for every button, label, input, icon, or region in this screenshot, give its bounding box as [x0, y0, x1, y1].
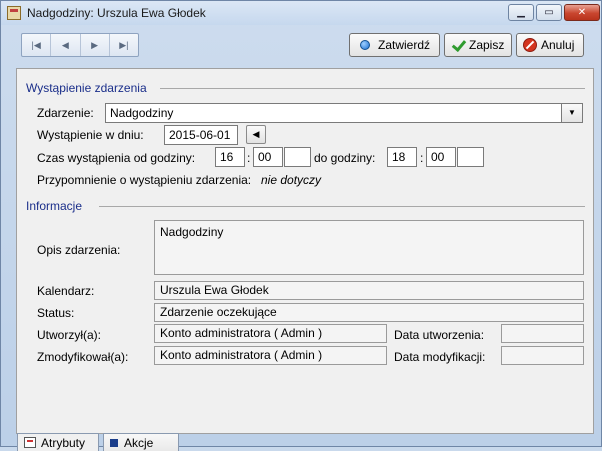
tab-actions-label: Akcje — [124, 435, 154, 450]
close-button[interactable]: ✕ — [564, 4, 600, 21]
occurrence-day-input[interactable]: 2015-06-01 — [164, 125, 238, 145]
created-by-field: Konto administratora ( Admin ) — [154, 324, 387, 343]
actions-icon — [110, 438, 118, 447]
calendar-label: Kalendarz: — [37, 284, 95, 298]
time-to-label: do godziny: — [314, 151, 376, 165]
dialog-window: Nadgodziny: Urszula Ewa Głodek ▁ ▭ ✕ |◀ … — [0, 0, 602, 451]
created-by-label: Utworzył(a): — [37, 328, 102, 342]
next-record-button[interactable]: ▶ — [81, 34, 110, 56]
to-seconds-input[interactable] — [457, 147, 484, 167]
window-title: Nadgodziny: Urszula Ewa Głodek — [27, 6, 206, 20]
event-label: Zdarzenie: — [37, 106, 94, 120]
info-section-divider — [99, 206, 585, 207]
status-field: Zdarzenie oczekujące — [154, 303, 584, 322]
first-record-button[interactable]: |◀ — [22, 34, 52, 56]
app-icon — [7, 6, 21, 20]
to-hour-input[interactable]: 18 — [387, 147, 417, 167]
cancel-icon — [523, 38, 537, 52]
calendar-field: Urszula Ewa Głodek — [154, 281, 584, 300]
created-date-label: Data utworzenia: — [394, 328, 485, 342]
confirm-dot-icon — [360, 40, 370, 50]
maximize-button[interactable]: ▭ — [536, 4, 562, 21]
to-time-separator: : — [420, 151, 424, 165]
tab-attributes[interactable]: Atrybuty — [17, 433, 99, 451]
occurrence-section-title: Wystąpienie zdarzenia — [26, 81, 147, 95]
tab-actions[interactable]: Akcje — [103, 433, 179, 451]
event-select[interactable]: Nadgodziny — [105, 103, 567, 123]
occurrence-section-divider — [160, 88, 585, 89]
record-navigation: |◀ ◀ ▶ ▶| — [21, 33, 139, 57]
cancel-button[interactable]: Anuluj — [516, 33, 584, 57]
reminder-label: Przypomnienie o wystąpieniu zdarzenia: — [37, 173, 252, 187]
chevron-down-icon[interactable]: ▼ — [561, 103, 583, 123]
created-date-field — [501, 324, 584, 343]
title-bar: Nadgodziny: Urszula Ewa Głodek ▁ ▭ ✕ — [1, 1, 601, 25]
occurrence-day-label: Wystąpienie w dniu: — [37, 128, 144, 142]
attributes-icon — [24, 437, 36, 448]
reminder-value: nie dotyczy — [261, 173, 322, 187]
form-panel: Wystąpienie zdarzenia Zdarzenie: Nadgodz… — [16, 68, 594, 434]
from-minute-input[interactable]: 00 — [253, 147, 283, 167]
to-minute-input[interactable]: 00 — [426, 147, 456, 167]
confirm-label: Zatwierdź — [378, 38, 431, 52]
status-label: Status: — [37, 306, 75, 320]
from-hour-input[interactable]: 16 — [215, 147, 245, 167]
save-label: Zapisz — [469, 38, 505, 52]
cancel-label: Anuluj — [541, 38, 575, 52]
modified-date-field — [501, 346, 584, 365]
time-from-label: Czas wystąpienia od godziny: — [37, 151, 196, 165]
last-record-button[interactable]: ▶| — [110, 34, 138, 56]
info-section-title: Informacje — [26, 199, 83, 213]
confirm-button[interactable]: Zatwierdź — [349, 33, 440, 57]
minimize-button[interactable]: ▁ — [508, 4, 534, 21]
description-label: Opis zdarzenia: — [37, 243, 121, 257]
toolbar: |◀ ◀ ▶ ▶| Zatwierdź Zapisz Anuluj — [7, 29, 597, 63]
checkmark-icon — [451, 38, 465, 52]
modified-date-label: Data modyfikacji: — [394, 350, 486, 364]
from-seconds-input[interactable] — [284, 147, 311, 167]
save-button[interactable]: Zapisz — [444, 33, 512, 57]
modified-by-field: Konto administratora ( Admin ) — [154, 346, 387, 365]
from-time-separator: : — [247, 151, 251, 165]
date-picker-button[interactable]: ◀ — [246, 125, 266, 144]
tab-attributes-label: Atrybuty — [41, 435, 86, 450]
previous-record-button[interactable]: ◀ — [51, 34, 81, 56]
modified-by-label: Zmodyfikował(a): — [37, 350, 129, 364]
description-textarea[interactable]: Nadgodziny — [154, 220, 584, 275]
